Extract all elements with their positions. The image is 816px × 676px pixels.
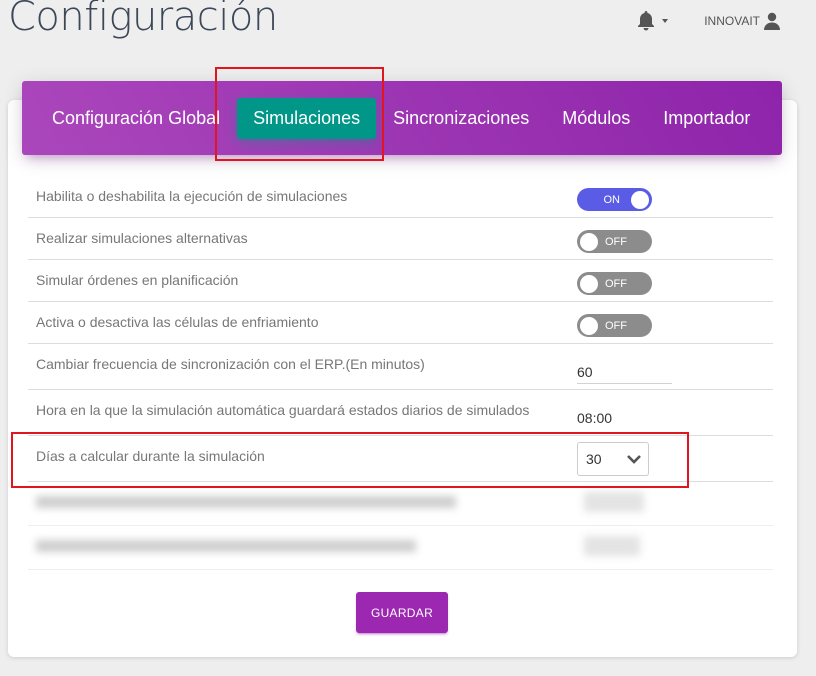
select-value: 30 <box>586 451 602 467</box>
topbar: INNOVAIT <box>636 10 780 32</box>
toggle-knob <box>631 190 649 209</box>
setting-row-cooling-cells: Activa o desactiva las células de enfria… <box>28 302 773 344</box>
blurred-label <box>36 540 416 552</box>
save-button[interactable]: GUARDAR <box>356 592 448 633</box>
cooling-cells-toggle[interactable]: OFF <box>577 314 652 337</box>
enable-simulations-toggle[interactable]: ON <box>577 188 652 211</box>
setting-label: Realizar simulaciones alternativas <box>36 230 248 246</box>
toggle-state: OFF <box>605 235 627 248</box>
days-to-calculate-select[interactable]: 30 <box>577 442 649 476</box>
blurred-value <box>584 492 644 512</box>
toggle-knob <box>580 232 598 251</box>
alternative-simulations-toggle[interactable]: OFF <box>577 230 652 253</box>
sync-frequency-input[interactable]: 60 <box>577 356 672 384</box>
setting-label: Habilita o deshabilita la ejecución de s… <box>36 188 348 204</box>
setting-row-enable-simulations: Habilita o deshabilita la ejecución de s… <box>28 176 773 218</box>
toggle-state: OFF <box>605 319 627 332</box>
user-icon <box>764 12 780 30</box>
tabs-header: Configuración Global Simulaciones Sincro… <box>22 81 782 155</box>
setting-label: Simular órdenes en planificación <box>36 272 239 288</box>
toggle-state: ON <box>603 193 621 206</box>
setting-label: Hora en la que la simulación automática … <box>36 402 530 418</box>
page-title: Configuración <box>8 0 278 40</box>
user-name: INNOVAIT <box>704 14 760 28</box>
notifications-button[interactable] <box>636 10 669 32</box>
blurred-label <box>36 496 456 508</box>
tab-simulaciones[interactable]: Simulaciones <box>237 97 377 139</box>
user-menu[interactable]: INNOVAIT <box>704 12 780 30</box>
setting-row-simulate-orders: Simular órdenes en planificación OFF <box>28 260 773 302</box>
tab-sincronizaciones[interactable]: Sincronizaciones <box>377 98 545 139</box>
blurred-row <box>28 526 773 570</box>
tab-importador[interactable]: Importador <box>647 98 766 139</box>
setting-label: Días a calcular durante la simulación <box>36 448 265 464</box>
tab-configuracion-global[interactable]: Configuración Global <box>52 98 236 139</box>
bell-icon <box>638 11 655 31</box>
chevron-down-icon <box>627 455 641 464</box>
setting-label: Activa o desactiva las células de enfria… <box>36 314 319 330</box>
daily-states-time-input[interactable]: 08:00 <box>577 402 672 430</box>
setting-row-sync-frequency: Cambiar frecuencia de sincronización con… <box>28 344 773 390</box>
setting-row-daily-states-time: Hora en la que la simulación automática … <box>28 390 773 436</box>
chevron-down-icon <box>662 19 669 23</box>
simulate-orders-toggle[interactable]: OFF <box>577 272 652 295</box>
blurred-row <box>28 482 773 526</box>
toggle-knob <box>580 316 598 335</box>
settings-list: Habilita o deshabilita la ejecución de s… <box>28 176 773 570</box>
setting-row-alternative-simulations: Realizar simulaciones alternativas OFF <box>28 218 773 260</box>
toggle-knob <box>580 274 598 293</box>
blurred-value <box>584 536 640 556</box>
tab-modulos[interactable]: Módulos <box>546 98 646 139</box>
setting-label: Cambiar frecuencia de sincronización con… <box>36 356 425 372</box>
toggle-state: OFF <box>605 277 627 290</box>
setting-row-days-to-calculate: Días a calcular durante la simulación 30 <box>28 436 773 482</box>
